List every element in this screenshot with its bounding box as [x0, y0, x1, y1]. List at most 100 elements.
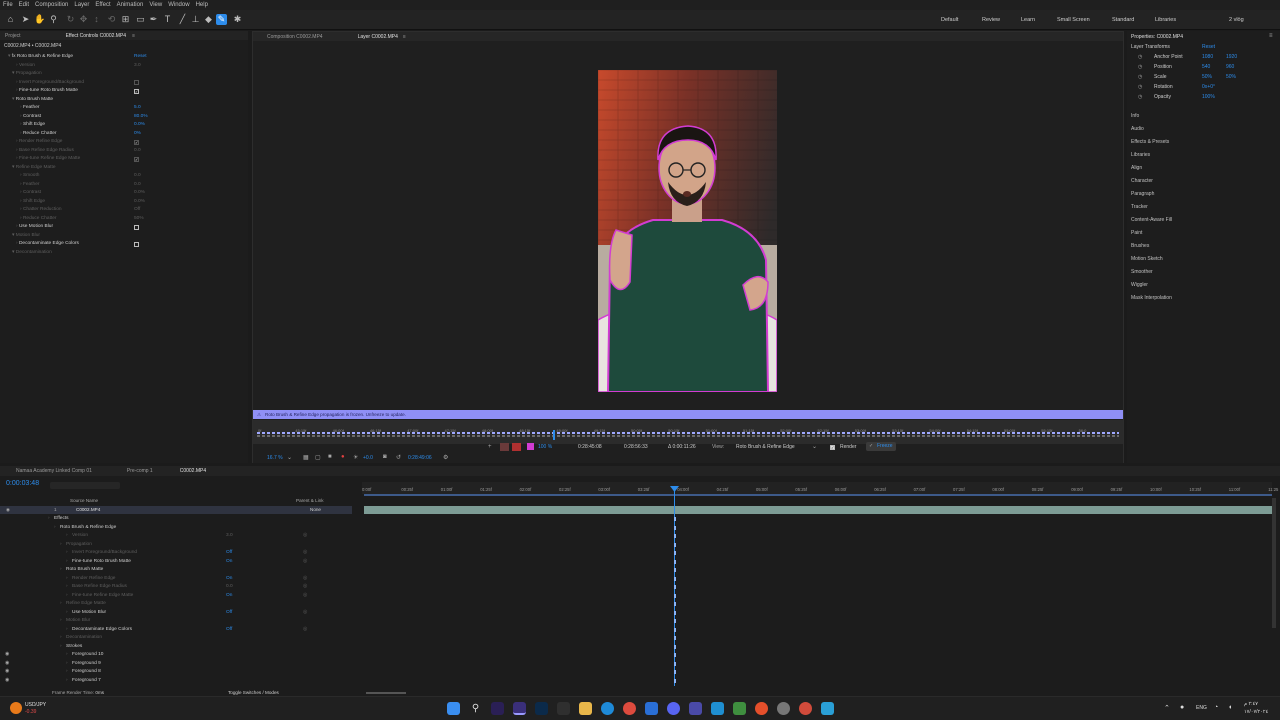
view-dropdown[interactable]: Roto Brush & Refine Edge: [736, 444, 795, 450]
twirl-icon[interactable]: ›: [66, 651, 68, 660]
puppet-tool-icon[interactable]: ✱: [232, 14, 243, 25]
rectangle-tool-icon[interactable]: ▭: [135, 14, 146, 25]
timeline-property-value[interactable]: On: [226, 592, 232, 601]
link-icon[interactable]: ◎: [303, 626, 307, 635]
search-input[interactable]: [50, 482, 120, 489]
workspace-libraries[interactable]: Libraries: [1155, 17, 1176, 23]
timeline-property-row[interactable]: Motion Blur ›: [0, 617, 352, 626]
effect-property-value[interactable]: 50%: [134, 215, 144, 223]
tab-precomp[interactable]: Pre-comp 1: [127, 468, 153, 474]
effect-property-checkbox[interactable]: [134, 241, 139, 247]
timeline-timecode[interactable]: 0:00:03:48: [6, 480, 39, 487]
workspace-more[interactable]: 2 vlög: [1229, 17, 1244, 23]
timeline-property-row[interactable]: Version › 3.0 ◎: [0, 532, 352, 541]
clone-stamp-tool-icon[interactable]: ⊥: [190, 14, 201, 25]
twirl-icon[interactable]: ›: [48, 515, 50, 524]
color-channel-icon[interactable]: ■: [328, 454, 332, 460]
wifi-icon[interactable]: ◔: [1214, 704, 1218, 711]
panel-motion-sketch[interactable]: Motion Sketch: [1131, 255, 1163, 264]
ticker-icon[interactable]: [10, 702, 22, 714]
tab-namaa-comp[interactable]: Namaa Academy Linked Comp 01: [16, 468, 92, 474]
workspace-standard[interactable]: Standard: [1112, 17, 1134, 23]
file-explorer-icon[interactable]: [579, 702, 592, 715]
panel-audio[interactable]: Audio: [1131, 125, 1144, 134]
panel-content-aware-fill[interactable]: Content-Aware Fill: [1131, 216, 1172, 225]
reset-link[interactable]: Reset: [1202, 44, 1215, 50]
timeline-property-row[interactable]: Foreground 8 › ◉: [0, 668, 352, 677]
twirl-icon[interactable]: ›: [60, 634, 62, 643]
keyframe-marker[interactable]: [674, 670, 676, 674]
twirl-icon[interactable]: ›: [54, 524, 56, 533]
effect-property-row[interactable]: › Fine-tune Roto Brush Matte: [16, 87, 78, 95]
effect-property-value[interactable]: 0%: [134, 130, 141, 138]
transform-value-1[interactable]: 0x+0°: [1202, 83, 1215, 92]
effect-property-row[interactable]: › Contrast: [20, 113, 41, 121]
effect-property-row[interactable]: › Shift Edge: [20, 198, 45, 206]
twirl-icon[interactable]: ›: [60, 617, 62, 626]
stopwatch-icon[interactable]: ◷: [1138, 63, 1142, 72]
add-icon[interactable]: +: [488, 444, 492, 450]
snapshot-icon[interactable]: ◙: [383, 454, 387, 460]
panel-character[interactable]: Character: [1131, 177, 1153, 186]
timeline-property-row[interactable]: Foreground 7 › ◉: [0, 677, 352, 686]
keyframe-marker[interactable]: [674, 559, 676, 564]
dolly-tool-icon[interactable]: ↕: [91, 14, 102, 25]
keyframe-marker[interactable]: [674, 627, 676, 632]
eraser-tool-icon[interactable]: ◆: [203, 14, 214, 25]
chevron-down-icon[interactable]: ⌄: [287, 454, 292, 461]
video-frame[interactable]: [598, 70, 777, 392]
effect-property-value[interactable]: 3.0: [134, 62, 141, 70]
twirl-icon[interactable]: ›: [66, 558, 68, 567]
transform-value-1[interactable]: 50%: [1202, 73, 1212, 82]
in-point[interactable]: 0:28:45:08: [578, 444, 602, 450]
panel-wiggler[interactable]: Wiggler: [1131, 281, 1148, 290]
link-icon[interactable]: ◎: [303, 609, 307, 618]
panel-mask-interpolation[interactable]: Mask Interpolation: [1131, 294, 1172, 303]
timeline-property-row[interactable]: Roto Brush & Refine Edge ›: [0, 524, 352, 533]
grid-icon[interactable]: ▦: [303, 454, 309, 461]
timeline-property-value[interactable]: 3.0: [226, 532, 233, 541]
keyframe-marker[interactable]: [674, 644, 676, 649]
overlay-magnification[interactable]: 100 %: [538, 444, 552, 450]
menu-icon[interactable]: ≡: [132, 33, 135, 39]
transform-value-2[interactable]: 50%: [1226, 73, 1236, 82]
sheets-icon[interactable]: [733, 702, 746, 715]
menu-item-file[interactable]: File: [3, 2, 13, 8]
menu-item-view[interactable]: View: [149, 2, 162, 8]
clock-date[interactable]: ١٧/٠٧/٢٠٢٤: [1244, 709, 1268, 715]
store-icon[interactable]: [711, 702, 724, 715]
mic-icon[interactable]: ●: [1180, 704, 1184, 711]
tab-layer[interactable]: Layer C0002.MP4: [358, 34, 398, 40]
keyframe-marker[interactable]: [674, 517, 676, 521]
out-point[interactable]: 0:28:56:33: [624, 444, 648, 450]
tab-composition[interactable]: Composition C0002.MP4: [267, 34, 323, 40]
after-effects-icon[interactable]: [513, 702, 526, 715]
effect-property-row[interactable]: › Reduce Chatter: [20, 215, 57, 223]
twirl-icon[interactable]: ›: [66, 660, 68, 669]
foreground-stroke-icon[interactable]: [500, 443, 509, 451]
effect-property-row[interactable]: › Invert Foreground/Background: [16, 79, 84, 87]
twirl-icon[interactable]: ›: [66, 677, 68, 686]
effect-property-row[interactable]: › Feather: [20, 181, 39, 189]
vscode-icon[interactable]: [645, 702, 658, 715]
effect-property-checkbox[interactable]: ✓: [134, 88, 139, 94]
timeline-property-row[interactable]: Use Motion Blur › Off ◎: [0, 609, 352, 618]
timeline-property-row[interactable]: Invert Foreground/Background › Off ◎: [0, 549, 352, 558]
effect-property-value[interactable]: 0.0: [134, 181, 141, 189]
panel-effects-presets[interactable]: Effects & Presets: [1131, 138, 1169, 147]
panel-libraries[interactable]: Libraries: [1131, 151, 1150, 160]
search-icon[interactable]: ⚲: [469, 702, 482, 715]
app4-icon[interactable]: [821, 702, 834, 715]
panel-paragraph[interactable]: Paragraph: [1131, 190, 1154, 199]
twirl-icon[interactable]: ›: [60, 600, 62, 609]
edge-icon[interactable]: [601, 702, 614, 715]
timeline-scrollbar[interactable]: [1272, 498, 1276, 628]
exposure-value[interactable]: +0.0: [363, 455, 373, 461]
effect-property-row[interactable]: › Fine-tune Refine Edge Matte: [16, 155, 80, 163]
effect-property-value[interactable]: 0.0%: [134, 189, 145, 197]
transform-value-1[interactable]: 100%: [1202, 93, 1215, 102]
effect-property-row[interactable]: ▾ Decontamination: [12, 249, 52, 257]
parent-dropdown[interactable]: None: [310, 506, 321, 514]
ticker-name[interactable]: USD/JPY: [25, 702, 46, 708]
keyframe-marker[interactable]: [674, 619, 676, 623]
